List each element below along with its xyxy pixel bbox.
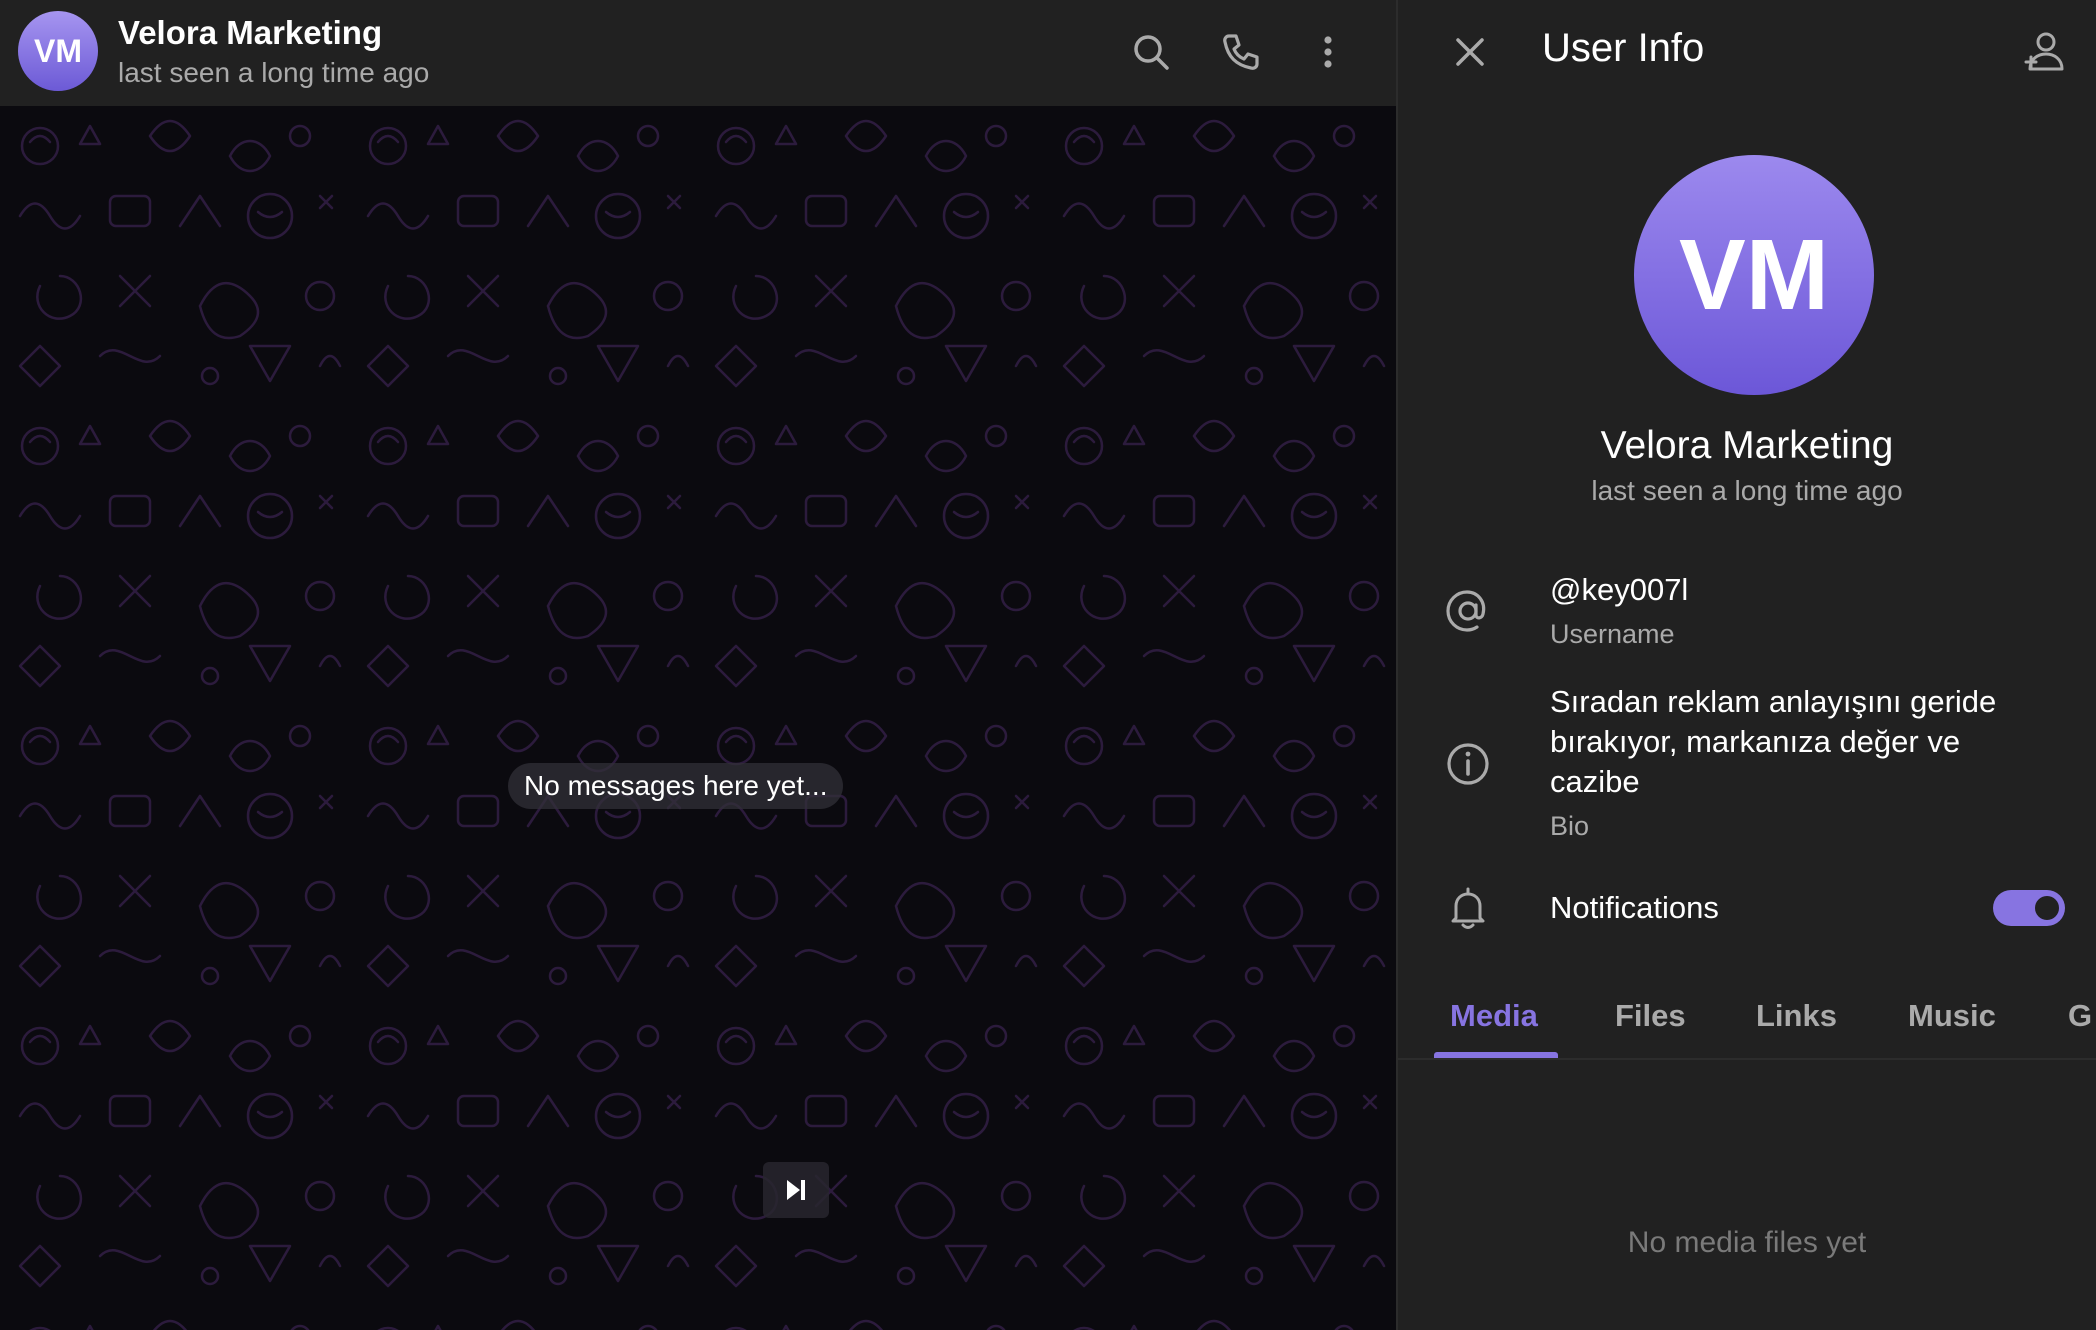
close-icon [1456,38,1484,66]
username-value[interactable]: @key007l [1550,572,1688,608]
call-button[interactable] [1210,22,1270,82]
notifications-label: Notifications [1550,890,1719,925]
more-menu-button[interactable] [1298,22,1358,82]
info-title: User Info [1542,26,1705,70]
tab-links[interactable]: Links [1756,998,1837,1058]
no-messages-notice: No messages here yet... [508,763,844,809]
profile-name: Velora Marketing [1600,424,1894,467]
tab-music[interactable]: Music [1908,998,1996,1058]
username-label: Username [1550,619,1675,649]
phone-icon [1223,34,1259,70]
active-tab-indicator [1434,1052,1558,1058]
no-media-notice: No media files yet [1627,1226,1867,1259]
search-icon [1134,35,1169,70]
info-header: User Info [1398,0,2096,100]
close-button[interactable] [1440,22,1500,82]
add-contact-button[interactable] [2013,20,2077,84]
chat-status: last seen a long time ago [118,57,430,88]
profile-avatar[interactable]: VM [1634,155,1874,395]
profile-status: last seen a long time ago [1591,475,1903,506]
bell-icon [1440,880,1496,936]
add-user-icon [2024,32,2064,71]
chat-title[interactable]: Velora Marketing [118,14,382,52]
bio-value[interactable]: Sıradan reklam anlayışını geride bırakıy… [1550,682,2050,802]
media-tabs: Media Files Links Music G [1398,990,2096,1060]
notifications-toggle[interactable] [1993,890,2065,926]
user-info-panel: User Info VM Velora Marketing last seen … [1398,0,2096,1330]
chat-wallpaper [0,106,1396,1330]
skip-button[interactable] [763,1162,829,1218]
skip-forward-icon [787,1180,805,1200]
avatar[interactable]: VM [18,11,98,91]
more-vertical-icon [1324,36,1332,68]
search-button[interactable] [1121,22,1181,82]
chat-area: VM Velora Marketing last seen a long tim… [0,0,1396,1330]
at-sign-icon [1440,583,1496,639]
tab-gifs[interactable]: G [2068,998,2092,1058]
chat-header: VM Velora Marketing last seen a long tim… [0,0,1396,106]
tab-media[interactable]: Media [1450,998,1538,1058]
bio-label: Bio [1550,811,1590,841]
toggle-knob [2032,893,2062,923]
info-icon [1440,736,1496,792]
doodle-pattern [0,106,1396,1330]
tab-files[interactable]: Files [1615,998,1686,1058]
